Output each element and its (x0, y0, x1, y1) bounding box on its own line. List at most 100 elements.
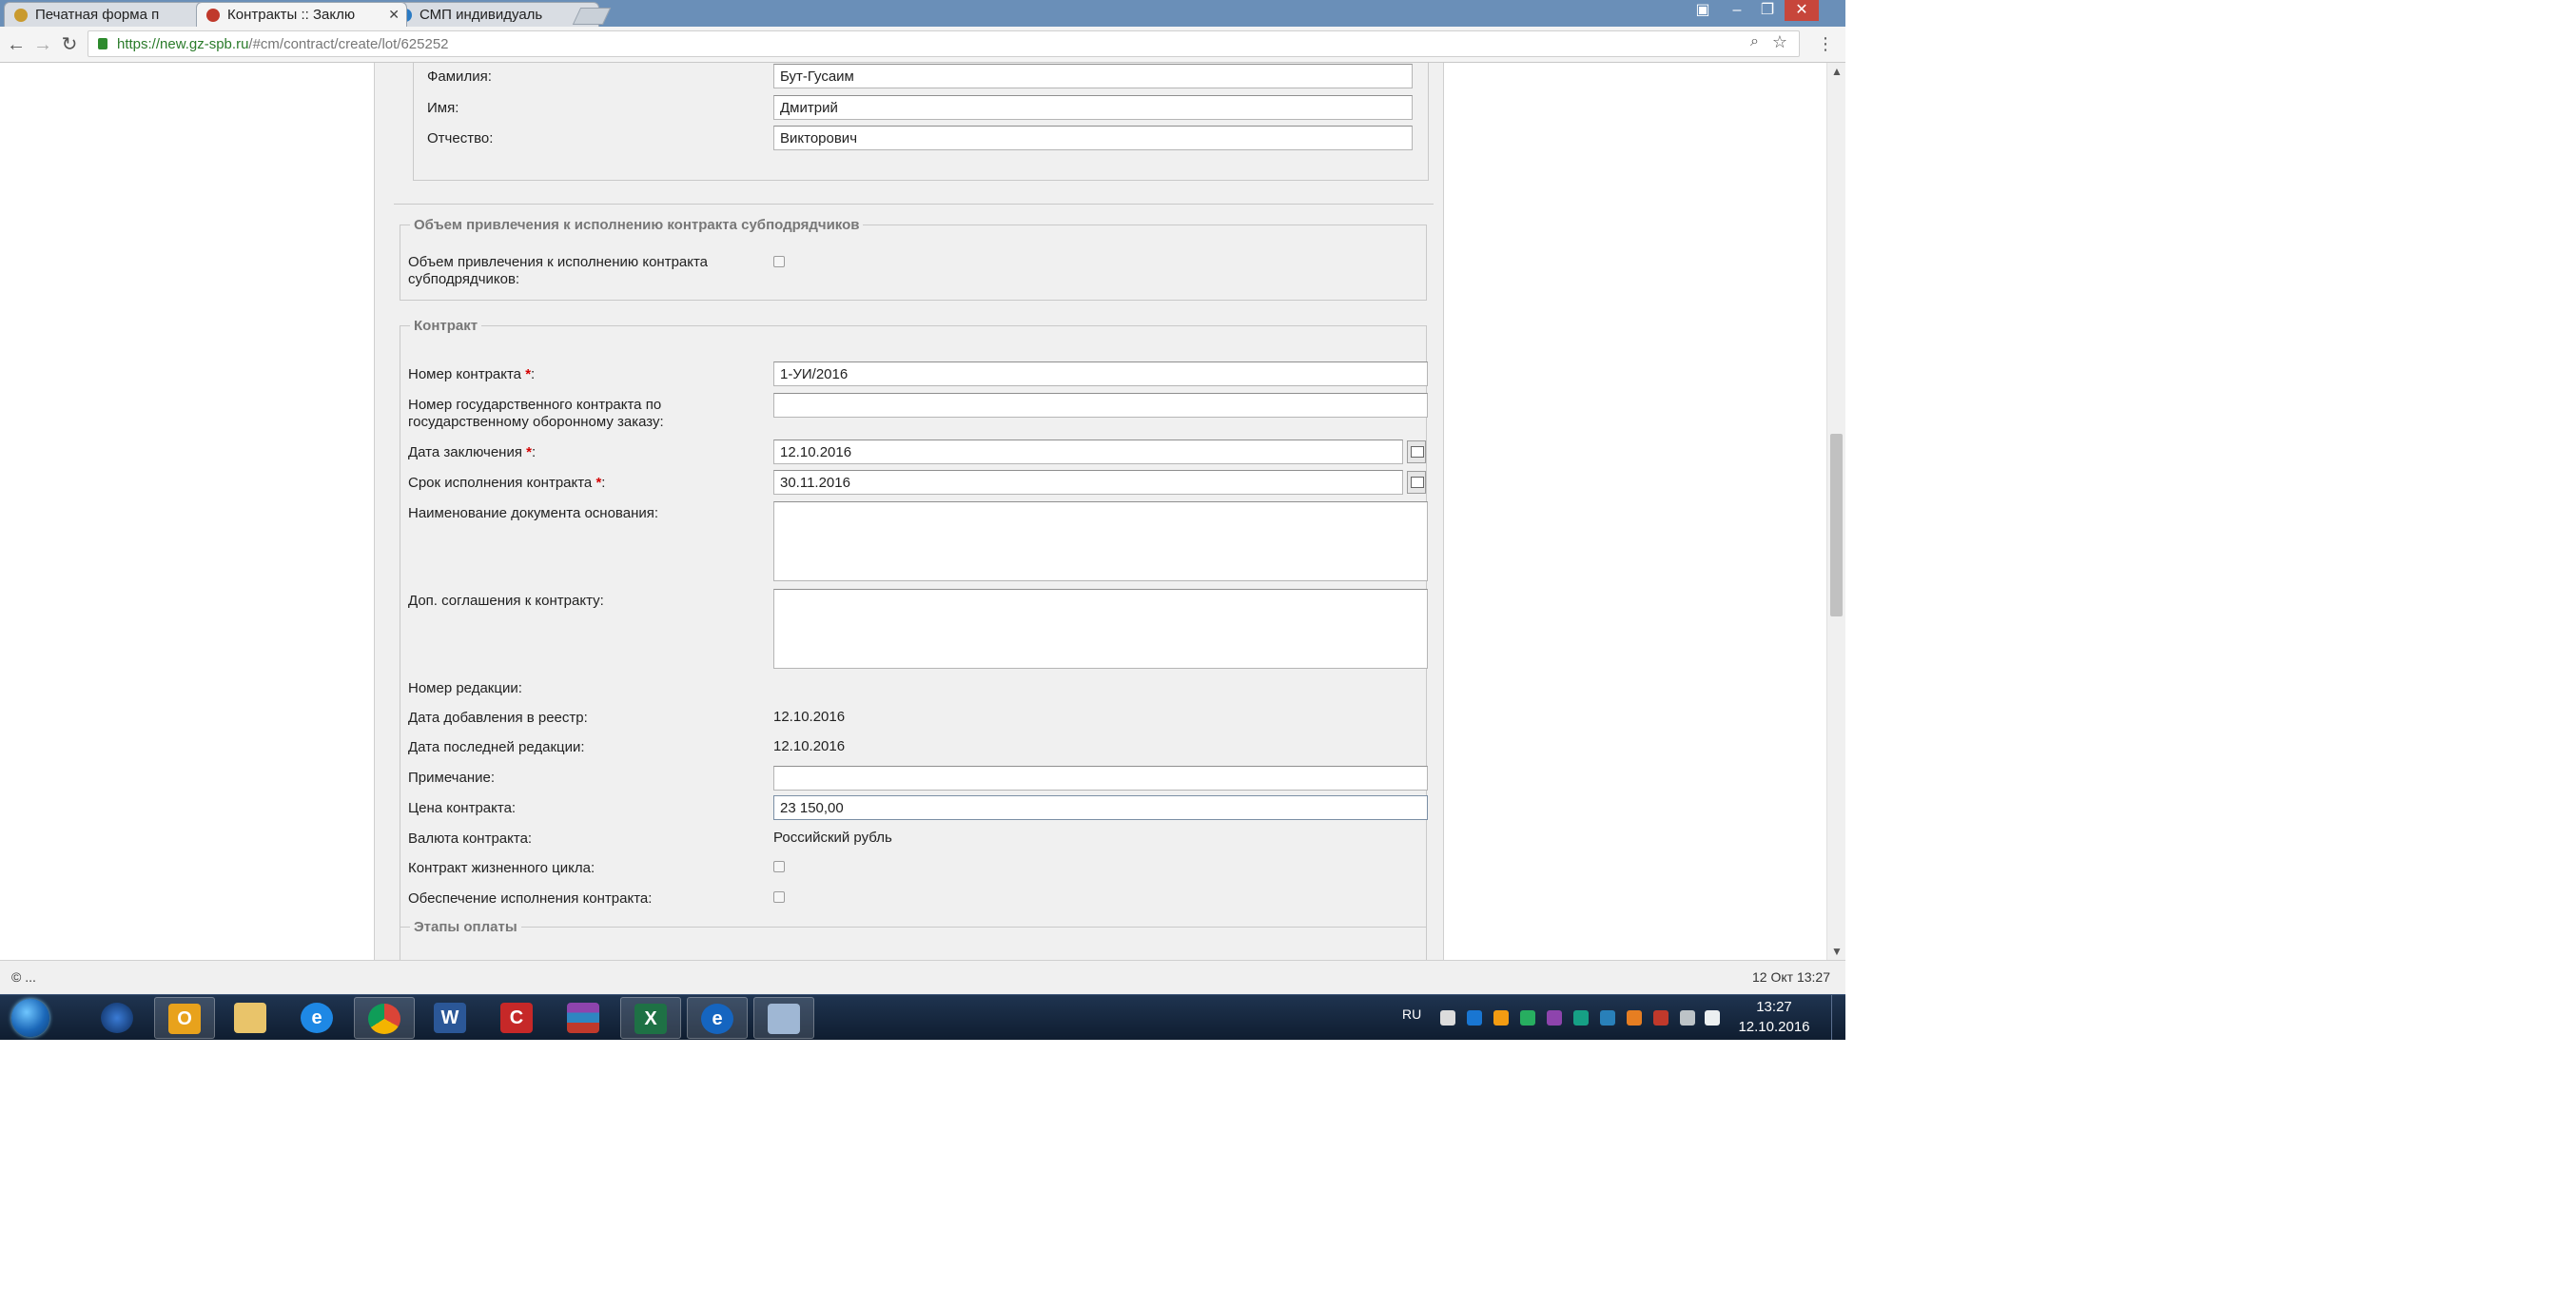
zoom-icon[interactable]: ⌕ (1750, 33, 1759, 50)
sign-date-input[interactable] (773, 440, 1403, 464)
taskbar-chrome[interactable] (354, 997, 415, 1039)
taskbar-media-player[interactable] (88, 997, 148, 1039)
internet-explorer-icon: e (301, 1003, 333, 1033)
gov-contract-number-input[interactable] (773, 393, 1428, 418)
clock[interactable]: 13:27 12.10.2016 (1722, 997, 1826, 1037)
security-checkbox[interactable] (773, 891, 785, 903)
payment-stages-fieldset: Этапы оплаты (400, 919, 1427, 960)
currency-label: Валюта контракта: (408, 830, 533, 847)
contract-number-input[interactable] (773, 361, 1428, 386)
price-input[interactable] (773, 795, 1428, 820)
label-colon: : (531, 366, 536, 382)
emblem-icon (14, 9, 28, 22)
calendar-icon[interactable] (1407, 471, 1426, 494)
tab-smp[interactable]: СМП индивидуаль ✕ (388, 2, 599, 27)
subcontractors-checkbox[interactable] (773, 256, 785, 267)
tray-app-icon[interactable] (1600, 1010, 1615, 1026)
new-tab-button[interactable] (572, 8, 612, 25)
lifecycle-checkbox[interactable] (773, 861, 785, 872)
back-arrow-icon[interactable]: ← (4, 32, 29, 57)
taskbar-e-app[interactable]: e (687, 997, 748, 1039)
tab-title: СМП индивидуаль (420, 7, 543, 23)
bookmark-star-icon[interactable]: ☆ (1772, 32, 1787, 52)
base-document-label: Наименование документа основания: (408, 505, 659, 521)
paint-icon (768, 1004, 800, 1034)
tab-title: Контракты :: Заклю (227, 7, 356, 23)
taskbar-excel[interactable]: X (620, 997, 681, 1039)
taskbar-internet-explorer[interactable]: e (287, 997, 348, 1039)
deadline-label: Срок исполнения контракта *: (408, 475, 605, 492)
label-colon: : (601, 475, 606, 491)
tray-app-icon[interactable] (1547, 1010, 1562, 1026)
lock-icon (98, 38, 107, 49)
reload-icon[interactable]: ↻ (57, 32, 82, 57)
restore-icon[interactable]: ❐ (1752, 0, 1783, 21)
menu-icon[interactable]: ⋮ (1817, 34, 1834, 54)
tray-app-icon[interactable] (1573, 1010, 1589, 1026)
word-icon: W (434, 1003, 466, 1033)
start-button[interactable] (6, 997, 55, 1039)
tab-contracts[interactable]: Контракты :: Заклю ✕ (196, 2, 407, 27)
tray-app-icon[interactable] (1493, 1010, 1509, 1026)
tab-print-form[interactable]: Печатная форма п ✕ (4, 2, 215, 27)
show-desktop-button[interactable] (1831, 995, 1844, 1040)
contract-legend: Контракт (414, 318, 478, 334)
scroll-up-arrow-icon[interactable]: ▲ (1827, 65, 1845, 78)
base-document-textarea[interactable] (773, 501, 1428, 581)
note-input[interactable] (773, 766, 1428, 791)
note-label: Примечание: (408, 770, 495, 786)
label-line: субподрядчиков: (408, 271, 520, 287)
deadline-input[interactable] (773, 470, 1403, 495)
last-name-label: Фамилия: (427, 68, 492, 85)
addenda-label: Доп. соглашения к контракту: (408, 593, 604, 609)
middle-name-input[interactable] (773, 126, 1413, 150)
scrollbar-thumb[interactable] (1830, 434, 1843, 616)
contract-fieldset: Контракт Номер контракта *: Номер госуда… (400, 318, 1428, 960)
last-edit-label: Дата последней редакции: (408, 739, 585, 755)
clock-time: 13:27 (1756, 999, 1792, 1015)
taskbar-winrar[interactable] (554, 997, 615, 1039)
taskbar-word[interactable]: W (420, 997, 481, 1039)
label-line: Объем привлечения к исполнению контракта (408, 254, 709, 270)
form-panel: Фамилия: Имя: Отчество: Объем привлечени… (374, 63, 1444, 960)
status-copyright: © ... (11, 969, 36, 985)
explorer-icon (234, 1003, 266, 1033)
revision-label: Номер редакции: (408, 680, 522, 696)
minimize-icon[interactable]: – (1722, 0, 1752, 21)
volume-icon[interactable] (1705, 1010, 1720, 1026)
action-center-icon[interactable] (1653, 1010, 1669, 1026)
page-viewport: Фамилия: Имя: Отчество: Объем привлечени… (0, 63, 1826, 960)
bluetooth-icon[interactable] (1467, 1010, 1482, 1026)
taskbar-paint[interactable] (753, 997, 814, 1039)
chrome-icon (368, 1004, 400, 1034)
taskbar-explorer[interactable] (221, 997, 282, 1039)
outlook-icon: O (168, 1004, 201, 1034)
close-window-icon[interactable]: ✕ (1785, 0, 1819, 21)
sign-date-label: Дата заключения *: (408, 444, 536, 461)
tab-title: Печатная форма п (35, 7, 160, 23)
user-profile-icon[interactable]: ▣ (1688, 0, 1718, 21)
status-datetime: 12 Окт 13:27 (1752, 969, 1830, 985)
address-bar[interactable]: https://new.gz-spb.ru/#cm/contract/creat… (88, 30, 1800, 57)
network-icon[interactable] (1680, 1010, 1695, 1026)
close-icon[interactable]: ✕ (388, 3, 400, 27)
scroll-down-arrow-icon[interactable]: ▼ (1827, 945, 1845, 958)
calendar-icon[interactable] (1407, 440, 1426, 463)
media-player-icon (101, 1003, 133, 1033)
first-name-label: Имя: (427, 100, 459, 116)
screen: Печатная форма п ✕ Контракты :: Заклю ✕ … (0, 0, 1845, 1040)
tray-app-icon[interactable] (1440, 1010, 1455, 1026)
url-path: /#cm/contract/create/lot/625252 (248, 36, 449, 52)
vertical-scrollbar[interactable]: ▲ ▼ (1826, 63, 1845, 960)
currency-value: Российский рубль (773, 830, 892, 846)
person-fieldset: Фамилия: Имя: Отчество: (413, 63, 1429, 181)
outlook-tray-icon[interactable] (1627, 1010, 1642, 1026)
taskbar-outlook[interactable]: O (154, 997, 215, 1039)
taskbar-red-app[interactable]: C (487, 997, 548, 1039)
first-name-input[interactable] (773, 95, 1413, 120)
tray-app-icon[interactable] (1520, 1010, 1535, 1026)
addenda-textarea[interactable] (773, 589, 1428, 669)
forward-arrow-icon[interactable]: → (30, 32, 55, 57)
language-indicator[interactable]: RU (1402, 1006, 1421, 1022)
last-name-input[interactable] (773, 64, 1413, 88)
